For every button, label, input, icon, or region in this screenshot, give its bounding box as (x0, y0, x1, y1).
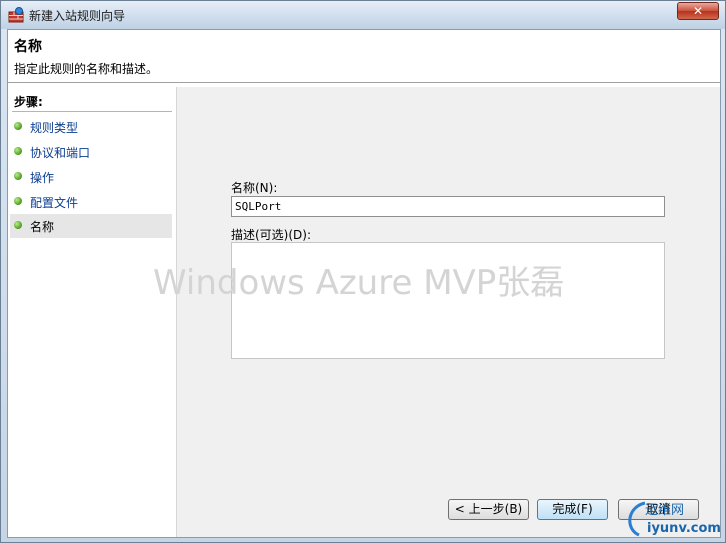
step-label: 协议和端口 (30, 146, 91, 160)
window-title: 新建入站规则向导 (29, 9, 126, 23)
step-dot-icon (14, 197, 22, 205)
logo-line2: iyunv.com (647, 521, 721, 536)
step-label: 名称 (30, 220, 55, 234)
page-title: 名称 (14, 39, 42, 55)
name-label: 名称(N): (231, 181, 278, 195)
steps-divider (12, 111, 172, 112)
step-label: 操作 (30, 171, 55, 185)
step-dot-icon (14, 147, 22, 155)
site-logo: 运维网 iyunv.com (623, 495, 723, 541)
title-bar[interactable]: 新建入站规则向导 ✕ (1, 1, 725, 29)
firewall-icon (8, 7, 24, 23)
description-label: 描述(可选)(D): (231, 228, 312, 242)
steps-title: 步骤: (14, 95, 43, 109)
step-dot-icon (14, 172, 22, 180)
step-label: 规则类型 (30, 121, 79, 135)
step-profile[interactable]: 配置文件 (10, 190, 172, 214)
step-name[interactable]: 名称 (10, 214, 172, 238)
close-button[interactable]: ✕ (677, 2, 719, 20)
back-button[interactable]: < 上一步(B) (448, 499, 529, 520)
steps-pane: 步骤: 规则类型 协议和端口 操作 配置文件 名称 (8, 87, 176, 537)
page-subtitle: 指定此规则的名称和描述。 (14, 62, 159, 76)
step-rule-type[interactable]: 规则类型 (10, 115, 172, 139)
page-header: 名称 指定此规则的名称和描述。 (8, 30, 720, 83)
finish-button[interactable]: 完成(F) (537, 499, 608, 520)
wizard-window: 新建入站规则向导 ✕ 名称 指定此规则的名称和描述。 步骤: 规则类型 协议和端… (0, 0, 726, 543)
step-dot-icon (14, 221, 22, 229)
watermark-text: Windows Azure MVP张磊 (153, 263, 565, 303)
step-protocol-ports[interactable]: 协议和端口 (10, 140, 172, 164)
step-action[interactable]: 操作 (10, 165, 172, 189)
name-input[interactable]: SQLPort (231, 196, 665, 217)
main-pane: 名称(N): SQLPort 描述(可选)(D): < 上一步(B) 完成(F)… (177, 87, 720, 537)
logo-line1: 运维网 (645, 503, 685, 518)
step-dot-icon (14, 122, 22, 130)
step-label: 配置文件 (30, 196, 79, 210)
